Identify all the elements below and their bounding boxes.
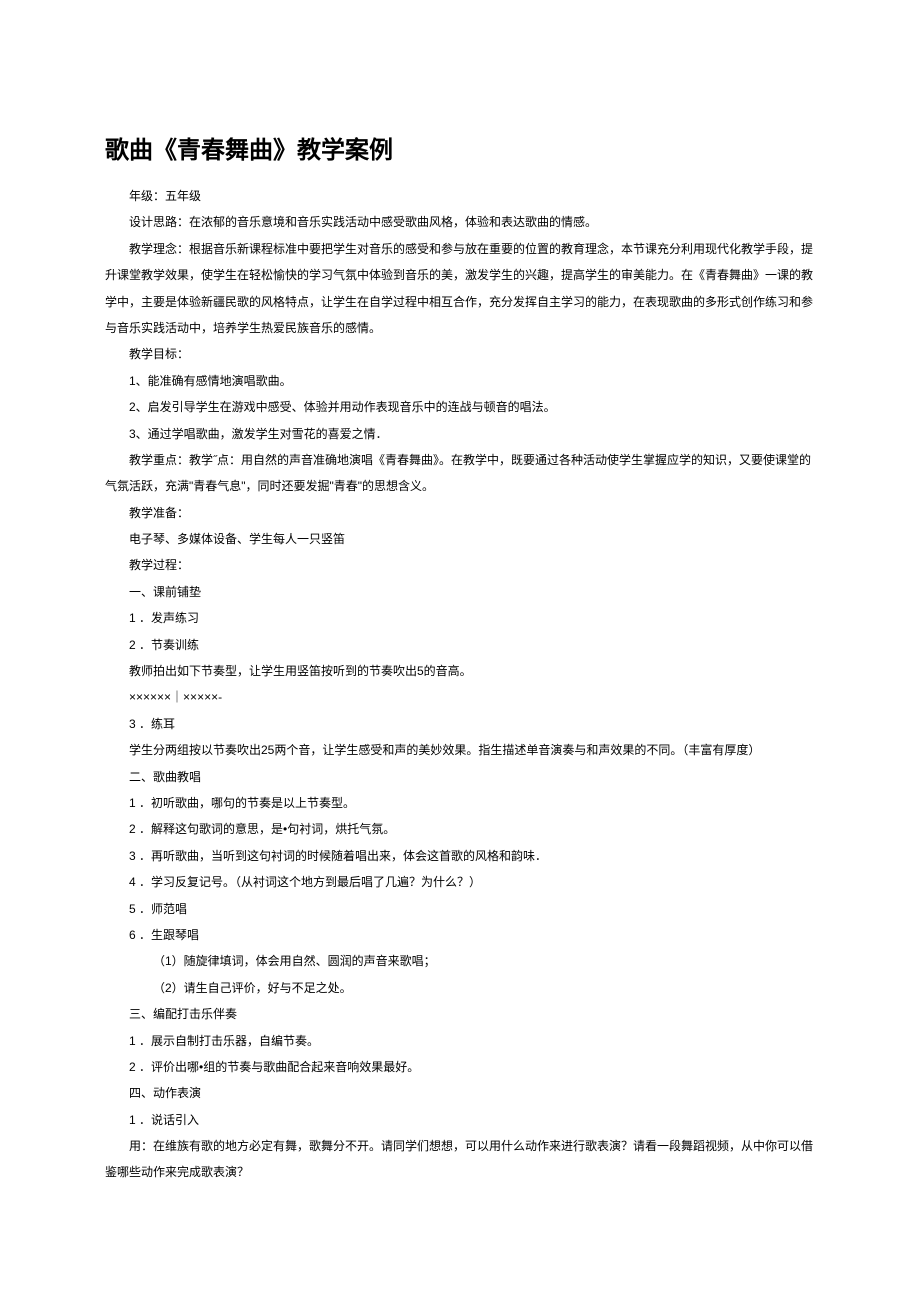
section-3-heading: 三、编配打击乐伴奏: [105, 1001, 815, 1027]
section-4-heading: 四、动作表演: [105, 1080, 815, 1106]
section-4-1: 1 ．说话引入: [105, 1107, 815, 1133]
grade-line: 年级：五年级: [105, 183, 815, 209]
section-1-2: 2 ．节奏训练: [105, 632, 815, 658]
goal-2: 2、启发引导学生在游戏中感受、体验并用动作表现音乐中的连战与顿音的唱法。: [105, 394, 815, 420]
section-2-heading: 二、歌曲教唱: [105, 764, 815, 790]
prep-label: 教学准备：: [105, 500, 815, 526]
page-title: 歌曲《青春舞曲》教学案例: [105, 130, 815, 165]
section-2-6-1: （1）随旋律填词，体会用自然、圆润的声音来歌唱；: [105, 948, 815, 974]
section-3-1: 1 ．展示自制打击乐器，自编节奏。: [105, 1028, 815, 1054]
keypoints: 教学重点：教学˝点：用自然的声音准确地演唱《青春舞曲》。在教学中，既要通过各种活…: [105, 447, 815, 500]
document-page: 歌曲《青春舞曲》教学案例 年级：五年级 设计思路：在浓郁的音乐意境和音乐实践活动…: [0, 0, 920, 1226]
section-4-1-desc: 用：在维族有歌的地方必定有舞，歌舞分不开。请同学们想想，可以用什么动作来进行歌表…: [105, 1133, 815, 1186]
section-1-3: 3 ．练耳: [105, 711, 815, 737]
section-2-2: 2 ．解释这句歌词的意思，是•句衬词，烘托气氛。: [105, 816, 815, 842]
section-1-heading: 一、课前铺垫: [105, 579, 815, 605]
section-1-3-desc: 学生分两组按以节奏吹出25两个音，让学生感受和声的美妙效果。指生描述单音演奏与和…: [105, 737, 815, 763]
goal-1: 1、能准确有感情地演唱歌曲。: [105, 368, 815, 394]
process-label: 教学过程：: [105, 552, 815, 578]
section-2-3: 3 ．再听歌曲，当听到这句衬词的时候随着唱出来，体会这首歌的风格和韵味．: [105, 843, 815, 869]
rhythm-pattern: ××××××｜×××××-: [105, 684, 815, 710]
goals-label: 教学目标：: [105, 341, 815, 367]
section-2-1: 1 ．初听歌曲，哪句的节奏是以上节奏型。: [105, 790, 815, 816]
goal-3: 3、通过学唱歌曲，激发学生对雪花的喜爱之情．: [105, 421, 815, 447]
section-2-5: 5 ．师范唱: [105, 896, 815, 922]
section-2-6: 6 ．生跟琴唱: [105, 922, 815, 948]
teaching-concept: 教学理念：根据音乐新课程标准中要把学生对音乐的感受和参与放在重要的位置的教育理念…: [105, 236, 815, 342]
section-2-6-2: （2）请生自己评价，好与不足之处。: [105, 975, 815, 1001]
section-1-1: 1 ．发声练习: [105, 605, 815, 631]
section-1-2-desc: 教师拍出如下节奏型，让学生用竖笛按听到的节奏吹出5的音高。: [105, 658, 815, 684]
prep-items: 电子琴、多媒体设备、学生每人一只竖笛: [105, 526, 815, 552]
section-3-2: 2 ．评价出哪•组的节奏与歌曲配合起来音响效果最好。: [105, 1054, 815, 1080]
design-idea: 设计思路：在浓郁的音乐意境和音乐实践活动中感受歌曲风格，体验和表达歌曲的情感。: [105, 209, 815, 235]
section-2-4: 4 ．学习反复记号。（从衬词这个地方到最后唱了几遍？为什么？）: [105, 869, 815, 895]
